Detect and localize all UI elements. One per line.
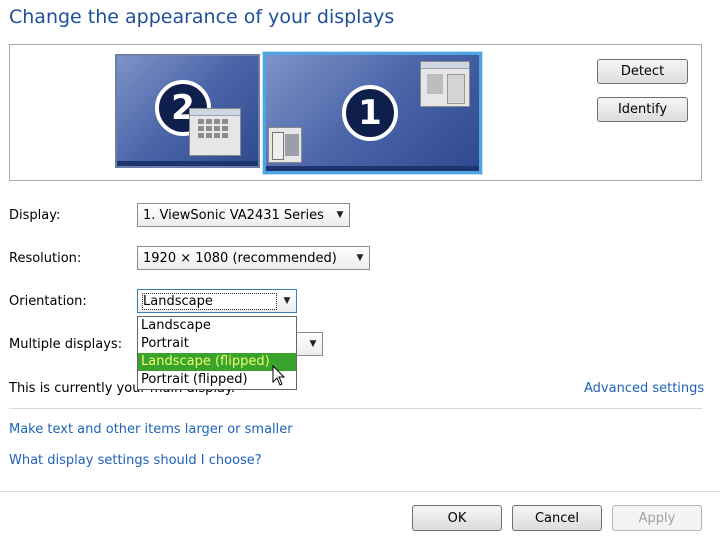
chevron-down-icon: ▼ — [283, 296, 291, 306]
orientation-label: Orientation: — [9, 294, 87, 309]
chevron-down-icon: ▼ — [356, 253, 364, 263]
chevron-down-icon: ▼ — [309, 339, 317, 349]
resolution-label: Resolution: — [9, 251, 82, 266]
ok-button[interactable]: OK — [412, 505, 502, 531]
orientation-select[interactable]: Landscape ▼ — [137, 289, 297, 313]
orientation-option-landscape[interactable]: Landscape — [138, 317, 296, 335]
text-size-link[interactable]: Make text and other items larger or smal… — [9, 422, 293, 437]
orientation-select-value: Landscape — [142, 292, 277, 310]
monitor-number-badge: 1 — [342, 85, 398, 141]
resolution-select-value: 1920 × 1080 (recommended) — [143, 250, 337, 266]
monitor-2[interactable]: 2 — [115, 54, 260, 168]
advanced-settings-link[interactable]: Advanced settings — [584, 381, 704, 396]
display-preview-panel: 2 1 Detect Identify — [9, 44, 702, 181]
resolution-select[interactable]: 1920 × 1080 (recommended) ▼ — [137, 246, 370, 270]
divider — [9, 408, 702, 409]
display-label: Display: — [9, 208, 61, 223]
display-select-value: 1. ViewSonic VA2431 Series — [143, 207, 324, 223]
detect-button[interactable]: Detect — [597, 59, 688, 84]
gadget-window-thumbnail — [268, 127, 302, 163]
orientation-option-portrait[interactable]: Portrait — [138, 335, 296, 353]
page-title: Change the appearance of your displays — [9, 6, 395, 28]
monitor-1[interactable]: 1 — [263, 52, 482, 174]
multiple-displays-label: Multiple displays: — [9, 337, 123, 352]
display-settings-help-link[interactable]: What display settings should I choose? — [9, 453, 262, 468]
calculator-icon — [198, 119, 228, 138]
footer-divider — [0, 491, 720, 492]
calculator-window-thumbnail — [189, 108, 241, 156]
window-thumbnail — [420, 61, 470, 107]
cancel-button[interactable]: Cancel — [512, 505, 602, 531]
mouse-pointer-icon — [272, 365, 286, 386]
display-select[interactable]: 1. ViewSonic VA2431 Series ▼ — [137, 203, 350, 227]
chevron-down-icon: ▼ — [336, 210, 344, 220]
apply-button[interactable]: Apply — [612, 505, 702, 531]
identify-button[interactable]: Identify — [597, 97, 688, 122]
